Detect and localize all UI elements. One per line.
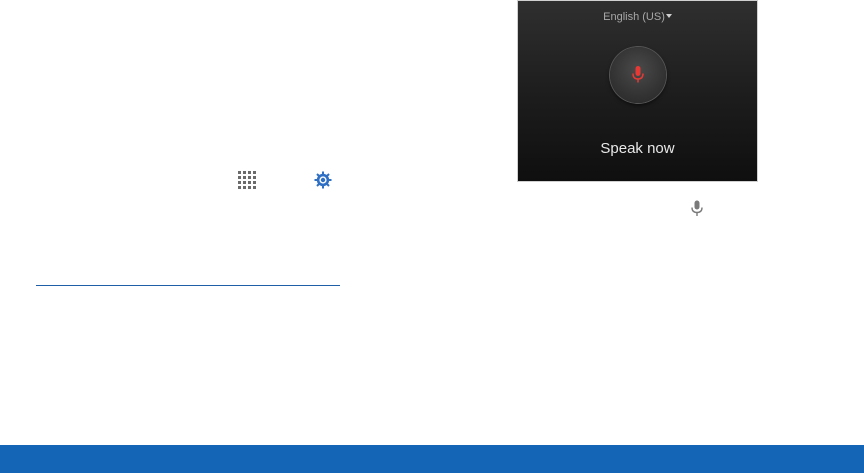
microphone-icon — [691, 200, 703, 216]
language-label: English (US) — [603, 11, 665, 23]
language-selector[interactable]: English (US) — [518, 11, 757, 24]
footer-bar — [0, 445, 864, 473]
microphone-icon — [632, 66, 644, 83]
manual-page: English (US) Speak now — [0, 0, 864, 473]
voice-input-panel: English (US) Speak now — [517, 0, 758, 182]
settings-gear-icon — [314, 171, 332, 189]
microphone-button[interactable] — [610, 47, 666, 103]
apps-grid-icon — [238, 171, 256, 189]
speak-now-prompt: Speak now — [600, 140, 675, 157]
divider-line — [36, 285, 340, 286]
caret-down-icon — [665, 14, 672, 18]
